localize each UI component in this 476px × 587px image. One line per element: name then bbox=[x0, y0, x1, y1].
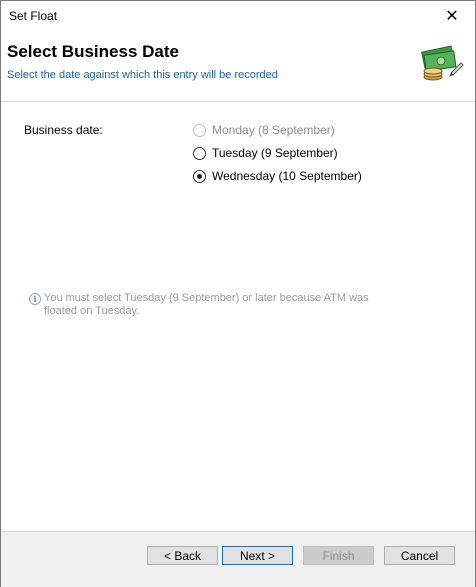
title-bar: Set Float ✕ bbox=[1, 1, 475, 31]
radio-label: Monday (8 September) bbox=[212, 123, 335, 137]
next-button[interactable]: Next > bbox=[222, 546, 293, 565]
radio-option-wednesday[interactable]: Wednesday (10 September) bbox=[193, 169, 362, 183]
page-title: Select Business Date bbox=[7, 42, 179, 61]
radio-button[interactable] bbox=[193, 146, 206, 160]
info-icon: i bbox=[29, 293, 41, 305]
radio-button bbox=[193, 123, 206, 137]
radio-option-monday: Monday (8 September) bbox=[193, 123, 335, 137]
finish-button: Finish bbox=[303, 546, 374, 565]
radio-label[interactable]: Wednesday (10 September) bbox=[212, 169, 362, 183]
wizard-content: Business date: Monday (8 September) Tues… bbox=[1, 102, 475, 530]
business-date-label: Business date: bbox=[24, 123, 103, 137]
wizard-header: Select Business Date Select the date aga… bbox=[1, 31, 475, 102]
radio-button[interactable] bbox=[193, 169, 206, 183]
cancel-button[interactable]: Cancel bbox=[384, 546, 455, 565]
info-message: i You must select Tuesday (9 September) … bbox=[29, 292, 369, 318]
window-title: Set Float bbox=[9, 9, 58, 23]
money-icon bbox=[421, 45, 464, 81]
back-button[interactable]: < Back bbox=[147, 546, 218, 565]
radio-label[interactable]: Tuesday (9 September) bbox=[212, 146, 338, 160]
page-subtitle: Select the date against which this entry… bbox=[7, 69, 278, 81]
radio-option-tuesday[interactable]: Tuesday (9 September) bbox=[193, 146, 338, 160]
close-button[interactable]: ✕ bbox=[429, 1, 475, 31]
wizard-footer: < Back Next > Finish Cancel bbox=[1, 531, 475, 587]
set-float-dialog: Set Float ✕ Select Business Date Select … bbox=[0, 0, 476, 587]
info-text: You must select Tuesday (9 September) or… bbox=[44, 292, 369, 317]
close-icon: ✕ bbox=[445, 8, 459, 25]
